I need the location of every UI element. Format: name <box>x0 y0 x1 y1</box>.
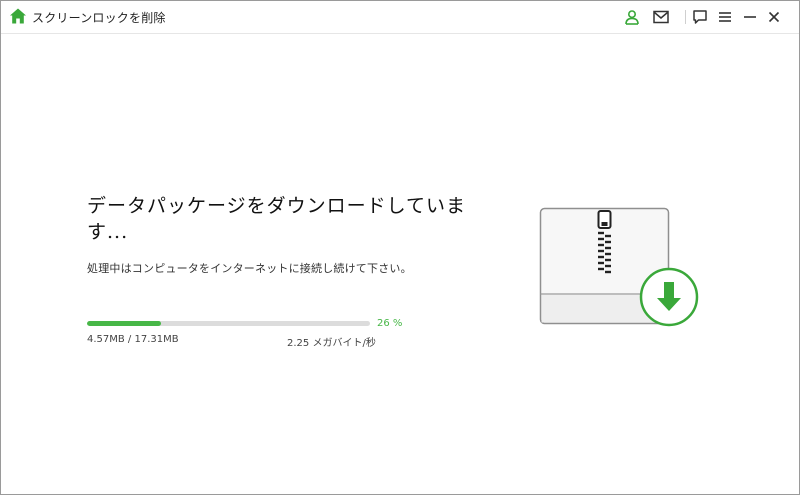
home-icon[interactable] <box>9 7 27 25</box>
feedback-icon[interactable] <box>691 8 709 26</box>
minimize-icon[interactable] <box>741 8 759 26</box>
download-package-illustration <box>539 207 701 331</box>
mail-icon[interactable] <box>652 8 670 26</box>
download-progress-bar <box>87 321 370 326</box>
window-title: スクリーンロックを削除 <box>32 11 166 25</box>
download-arrow-icon <box>639 267 699 327</box>
title-bar: スクリーンロックを削除 <box>1 1 799 34</box>
toolbar-separator <box>685 10 686 24</box>
download-heading: データパッケージをダウンロードしています... <box>87 195 467 243</box>
account-icon[interactable] <box>623 8 641 26</box>
downloaded-size: 4.57MB / 17.31MB <box>87 334 179 345</box>
connection-notice: 処理中はコンピュータをインターネットに接続し続けて下さい。 <box>87 262 412 275</box>
menu-icon[interactable] <box>716 8 734 26</box>
close-icon[interactable] <box>765 8 783 26</box>
progress-fill <box>87 321 161 326</box>
download-speed: 2.25 メガバイト/秒 <box>287 338 376 349</box>
progress-percent: 26 % <box>377 318 403 329</box>
